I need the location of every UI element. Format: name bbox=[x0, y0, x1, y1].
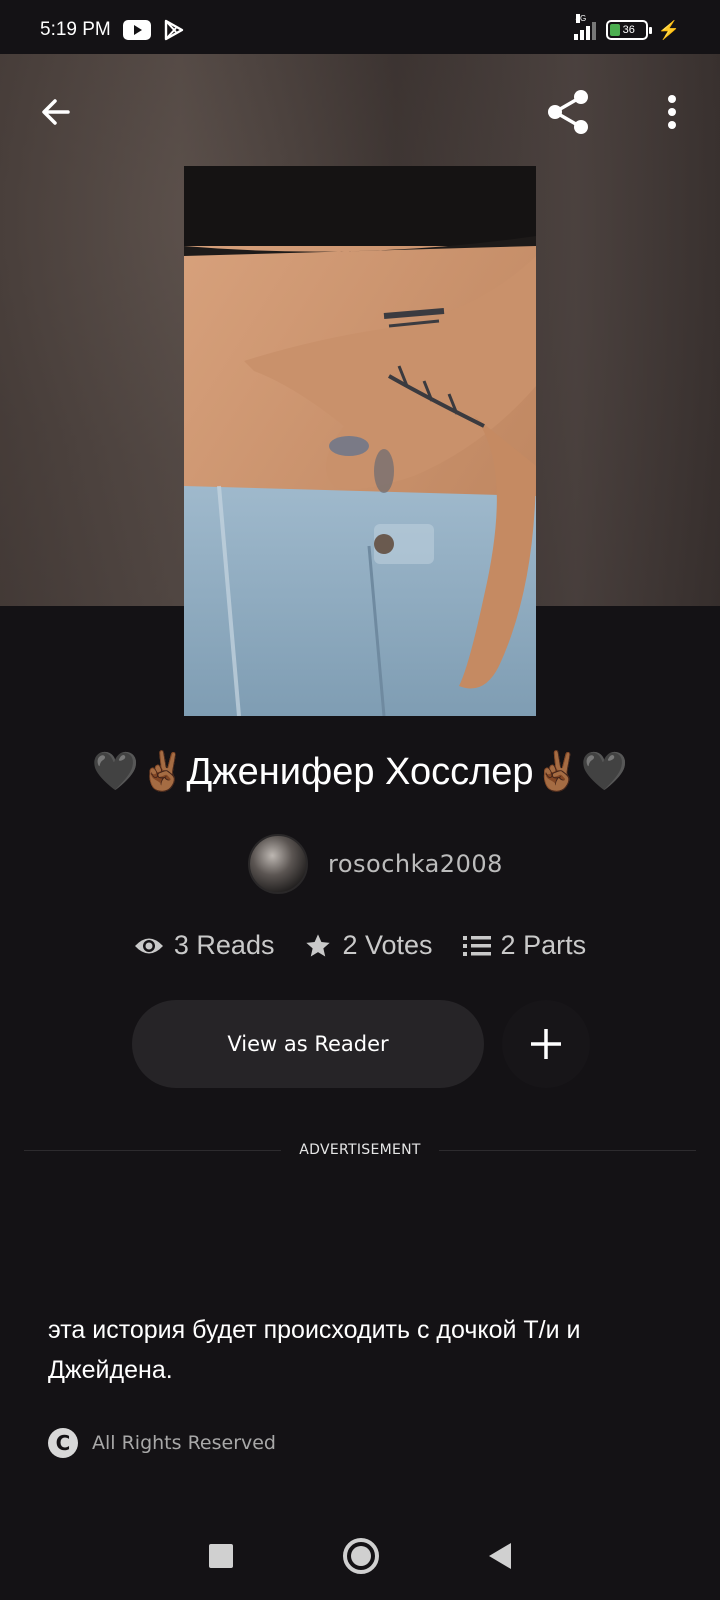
story-cover-image[interactable] bbox=[184, 166, 536, 716]
back-triangle-icon[interactable] bbox=[489, 1543, 511, 1569]
reads-stat: 3 Reads bbox=[134, 930, 275, 961]
list-icon bbox=[462, 935, 491, 956]
author-name[interactable]: rosochka2008 bbox=[328, 850, 503, 878]
share-button[interactable] bbox=[540, 84, 596, 140]
more-options-button[interactable] bbox=[644, 84, 700, 140]
view-as-reader-button[interactable]: View as Reader bbox=[132, 1000, 484, 1088]
parts-stat: 2 Parts bbox=[462, 930, 587, 961]
advertisement-divider: ADVERTISEMENT bbox=[24, 1140, 697, 1160]
signal-icon: 4G bbox=[573, 14, 596, 40]
story-stats: 3 Reads 2 Votes 2 Parts bbox=[0, 930, 720, 961]
status-indicators: 4G 36 ⚡ bbox=[573, 14, 680, 41]
plus-icon bbox=[531, 1029, 561, 1059]
home-circle-icon[interactable] bbox=[343, 1538, 379, 1574]
story-description: эта история будет происходить с дочкой Т… bbox=[48, 1316, 581, 1384]
battery-icon: 36 bbox=[605, 20, 652, 40]
eye-icon bbox=[134, 938, 163, 953]
back-button[interactable] bbox=[28, 84, 84, 140]
arrow-left-icon bbox=[42, 99, 70, 125]
recents-square-icon[interactable] bbox=[209, 1544, 233, 1568]
reads-count: 3 Reads bbox=[173, 930, 275, 960]
star-icon bbox=[306, 933, 331, 956]
copyright-row: C All Rights Reserved bbox=[48, 1428, 276, 1458]
story-title: 🖤✌🏾Дженифер Хосслер✌🏾🖤 bbox=[91, 751, 629, 793]
play-store-icon bbox=[164, 19, 183, 41]
battery-level: 36 bbox=[622, 24, 635, 36]
network-type: 4G bbox=[575, 14, 587, 23]
author-row[interactable]: rosochka2008 bbox=[248, 834, 503, 894]
advertisement-label: ADVERTISEMENT bbox=[299, 1142, 421, 1158]
status-time: 5:19 PM bbox=[40, 19, 111, 40]
rights-label: All Rights Reserved bbox=[92, 1432, 276, 1454]
copyright-icon: C bbox=[48, 1428, 78, 1458]
avatar[interactable] bbox=[248, 834, 308, 894]
system-nav-bar bbox=[0, 1512, 720, 1600]
more-vertical-icon bbox=[668, 95, 676, 129]
parts-count: 2 Parts bbox=[500, 930, 587, 960]
cover-illustration bbox=[184, 166, 536, 716]
share-icon bbox=[548, 90, 588, 134]
votes-count: 2 Votes bbox=[342, 930, 433, 960]
votes-stat: 2 Votes bbox=[304, 930, 433, 961]
status-bar: 5:19 PM 4G 36 ⚡ bbox=[0, 0, 720, 60]
add-to-library-button[interactable] bbox=[502, 1000, 590, 1088]
charging-icon: ⚡ bbox=[657, 19, 680, 40]
youtube-icon bbox=[122, 20, 151, 40]
